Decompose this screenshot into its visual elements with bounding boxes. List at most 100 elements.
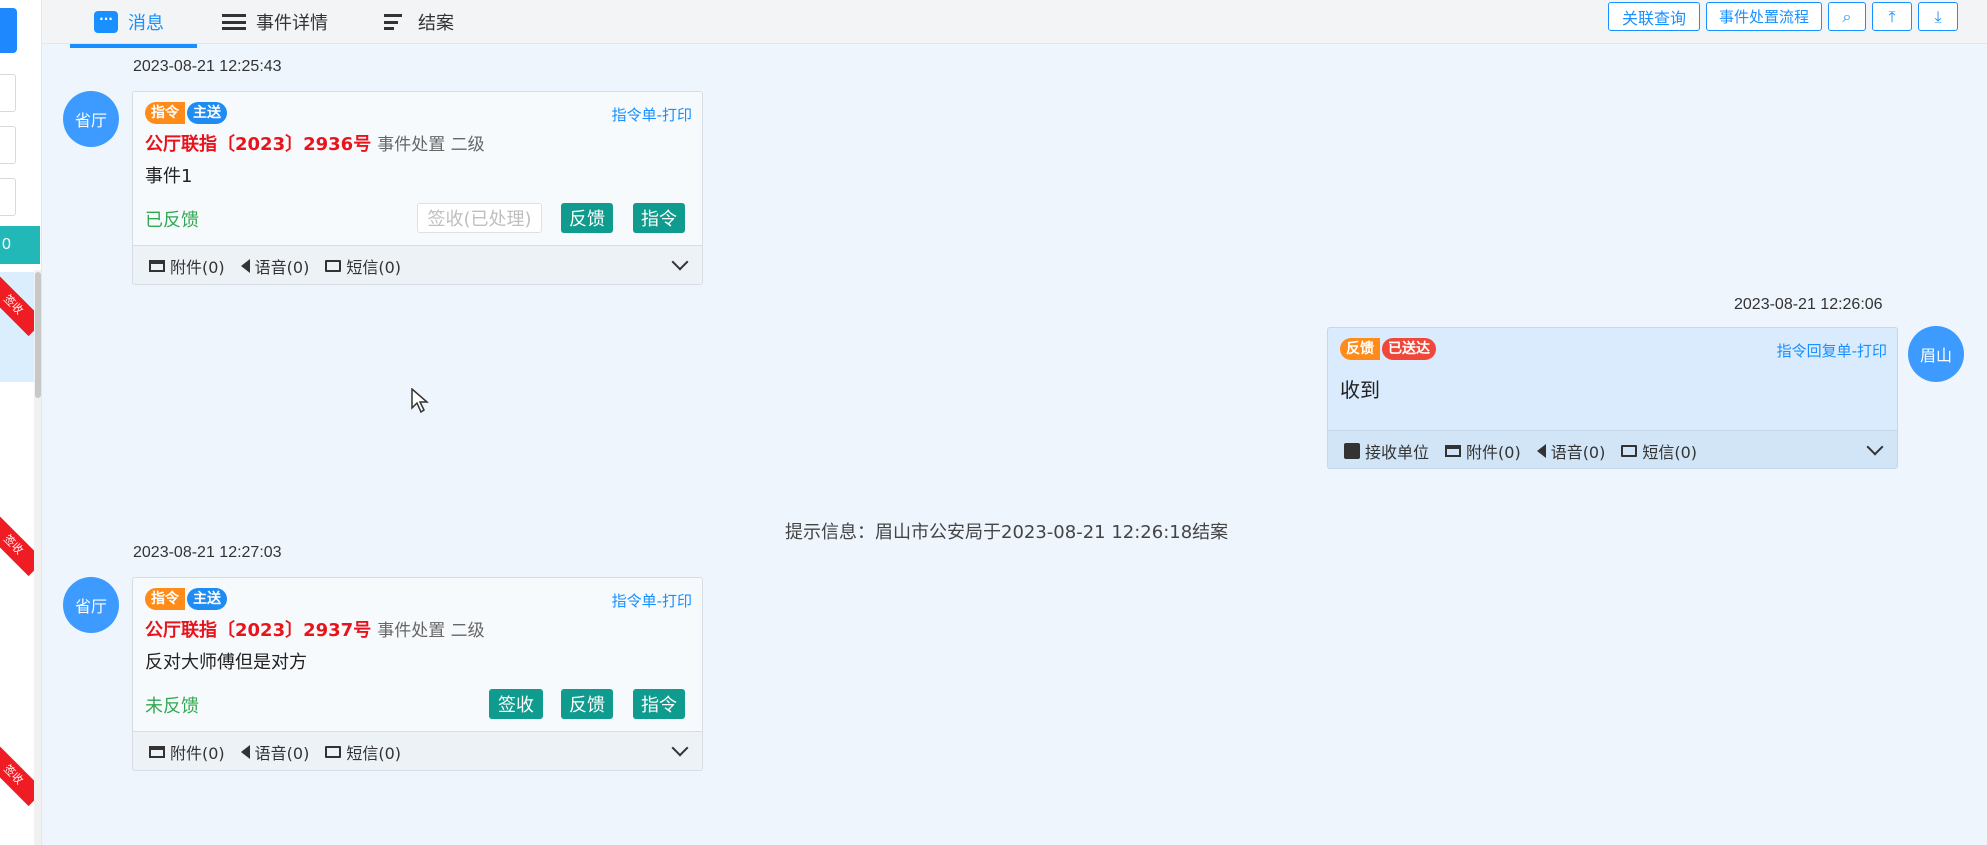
avatar: 眉山 bbox=[1908, 326, 1964, 382]
list-icon bbox=[222, 12, 246, 32]
print-link[interactable]: 指令单-打印 bbox=[612, 590, 692, 611]
voice-link[interactable]: 语音(0) bbox=[240, 254, 310, 278]
card-footer: 附件(0) 语音(0) 短信(0) bbox=[133, 245, 702, 284]
mouse-cursor-icon bbox=[411, 388, 429, 414]
checklist-icon bbox=[384, 12, 408, 32]
card-footer: 接收单位 附件(0) 语音(0) 短信(0) bbox=[1328, 430, 1897, 468]
chevron-down-icon[interactable] bbox=[1866, 438, 1884, 456]
voice-label: 语音(0) bbox=[254, 743, 310, 763]
order-meta: 事件处置 二级 bbox=[377, 135, 485, 155]
delivered-badge: 已送达 bbox=[1382, 338, 1436, 360]
command-badge: 指令 bbox=[145, 102, 185, 124]
scroll-bottom-button[interactable]: ⤓ bbox=[1918, 2, 1958, 31]
feedback-status: 未反馈 bbox=[145, 696, 199, 717]
message-time: 2023-08-21 12:25:43 bbox=[133, 58, 282, 75]
search-icon: ⌕ bbox=[1842, 6, 1852, 26]
tab-label: 结案 bbox=[418, 13, 454, 34]
left-sidebar: 0 签收 签收 签收 bbox=[0, 0, 42, 845]
scroll-top-button[interactable]: ⤒ bbox=[1872, 2, 1912, 31]
sidebar-count-button[interactable]: 0 bbox=[0, 226, 40, 264]
attachments-label: 附件(0) bbox=[170, 743, 225, 763]
attachments-label: 附件(0) bbox=[170, 257, 225, 277]
order-number: 公厅联指〔2023〕2936号 bbox=[145, 134, 372, 155]
badge-group: 反馈 已送达 bbox=[1340, 338, 1436, 360]
attachments-link[interactable]: 附件(0) bbox=[149, 254, 225, 278]
sms-label: 短信(0) bbox=[346, 257, 402, 277]
message-time: 2023-08-21 12:27:03 bbox=[133, 544, 282, 561]
chat-icon: ··· bbox=[94, 11, 118, 33]
system-hint: 提示信息：眉山市公安局于2023-08-21 12:26:18结案 bbox=[785, 522, 1229, 543]
sidebar-button[interactable] bbox=[0, 8, 17, 53]
sidebar-input[interactable] bbox=[0, 74, 16, 112]
receiver-label: 接收单位 bbox=[1365, 442, 1430, 462]
sms-link[interactable]: 短信(0) bbox=[325, 740, 401, 764]
attachments-label: 附件(0) bbox=[1466, 442, 1521, 462]
primary-badge: 主送 bbox=[187, 588, 227, 610]
command-message-card: 指令 主送 指令单-打印 公厅联指〔2023〕2936号 事件处置 二级 事件1 … bbox=[132, 91, 703, 285]
sidebar-input-2[interactable] bbox=[0, 178, 16, 216]
tab-label: 事件详情 bbox=[256, 13, 328, 34]
message-time: 2023-08-21 12:26:06 bbox=[1734, 296, 1883, 313]
feedback-status: 已反馈 bbox=[145, 210, 199, 231]
tab-event-details[interactable]: 事件详情 bbox=[222, 0, 328, 44]
sidebar-select[interactable] bbox=[0, 126, 16, 164]
order-title: 公厅联指〔2023〕2936号 事件处置 二级 bbox=[145, 130, 485, 156]
tab-bar: ··· 消息 事件详情 结案 关联查询 事件处置流程 ⌕ ⤒ ⤓ bbox=[42, 0, 1987, 44]
avatar: 省厅 bbox=[63, 91, 119, 147]
event-content: 事件1 bbox=[145, 166, 193, 187]
voice-label: 语音(0) bbox=[1550, 442, 1606, 462]
sms-link[interactable]: 短信(0) bbox=[1621, 439, 1697, 463]
order-number: 公厅联指〔2023〕2937号 bbox=[145, 620, 372, 641]
badge-group: 指令 主送 bbox=[145, 588, 227, 610]
card-footer: 附件(0) 语音(0) 短信(0) bbox=[133, 731, 702, 770]
tab-label: 消息 bbox=[128, 13, 164, 34]
sidebar-count: 0 bbox=[2, 236, 11, 253]
badge-group: 指令 主送 bbox=[145, 102, 227, 124]
sign-button[interactable]: 签收 bbox=[489, 689, 543, 719]
chevron-down-icon[interactable] bbox=[671, 739, 689, 757]
order-title: 公厅联指〔2023〕2937号 事件处置 二级 bbox=[145, 616, 485, 642]
feedback-message-card: 反馈 已送达 指令回复单-打印 收到 接收单位 附件(0) 语音(0) 短信(0… bbox=[1327, 327, 1898, 469]
reply-content: 收到 bbox=[1340, 378, 1380, 402]
receiver-link[interactable]: 接收单位 bbox=[1344, 439, 1429, 463]
print-link[interactable]: 指令单-打印 bbox=[612, 104, 692, 125]
command-message-card: 指令 主送 指令单-打印 公厅联指〔2023〕2937号 事件处置 二级 反对大师… bbox=[132, 577, 703, 771]
tab-messages[interactable]: ··· 消息 bbox=[94, 0, 164, 44]
table-icon bbox=[1445, 444, 1462, 457]
mail-icon bbox=[1621, 444, 1638, 457]
feedback-button[interactable]: 反馈 bbox=[561, 689, 613, 719]
sms-link[interactable]: 短信(0) bbox=[325, 254, 401, 278]
sms-label: 短信(0) bbox=[346, 743, 402, 763]
print-link[interactable]: 指令回复单-打印 bbox=[1777, 340, 1887, 361]
arrow-to-top-icon: ⤒ bbox=[1888, 6, 1896, 26]
voice-link[interactable]: 语音(0) bbox=[1536, 439, 1606, 463]
voice-link[interactable]: 语音(0) bbox=[240, 740, 310, 764]
attachments-link[interactable]: 附件(0) bbox=[149, 740, 225, 764]
chevron-down-icon[interactable] bbox=[671, 253, 689, 271]
speaker-icon bbox=[240, 744, 250, 759]
tab-close-case[interactable]: 结案 bbox=[384, 0, 454, 44]
avatar: 省厅 bbox=[63, 577, 119, 633]
feedback-badge: 反馈 bbox=[1340, 338, 1380, 360]
table-icon bbox=[149, 745, 165, 758]
process-flow-button[interactable]: 事件处置流程 bbox=[1706, 2, 1822, 31]
speaker-icon bbox=[240, 258, 250, 273]
voice-label: 语音(0) bbox=[254, 257, 310, 277]
event-content: 反对大师傅但是对方 bbox=[145, 652, 307, 673]
sms-label: 短信(0) bbox=[1642, 442, 1698, 462]
primary-badge: 主送 bbox=[187, 102, 227, 124]
search-button[interactable]: ⌕ bbox=[1828, 2, 1866, 31]
contact-icon bbox=[1344, 442, 1360, 459]
mail-icon bbox=[325, 745, 342, 758]
feedback-button[interactable]: 反馈 bbox=[561, 203, 613, 233]
command-button[interactable]: 指令 bbox=[633, 689, 685, 719]
sidebar-scroll-thumb[interactable] bbox=[35, 272, 41, 398]
speaker-icon bbox=[1536, 443, 1546, 458]
table-icon bbox=[149, 259, 165, 272]
command-button[interactable]: 指令 bbox=[633, 203, 685, 233]
sign-button[interactable]: 签收(已处理) bbox=[417, 203, 542, 233]
attachments-link[interactable]: 附件(0) bbox=[1445, 439, 1521, 463]
order-meta: 事件处置 二级 bbox=[377, 621, 485, 641]
related-query-button[interactable]: 关联查询 bbox=[1608, 2, 1700, 31]
active-tab-indicator bbox=[70, 44, 197, 48]
